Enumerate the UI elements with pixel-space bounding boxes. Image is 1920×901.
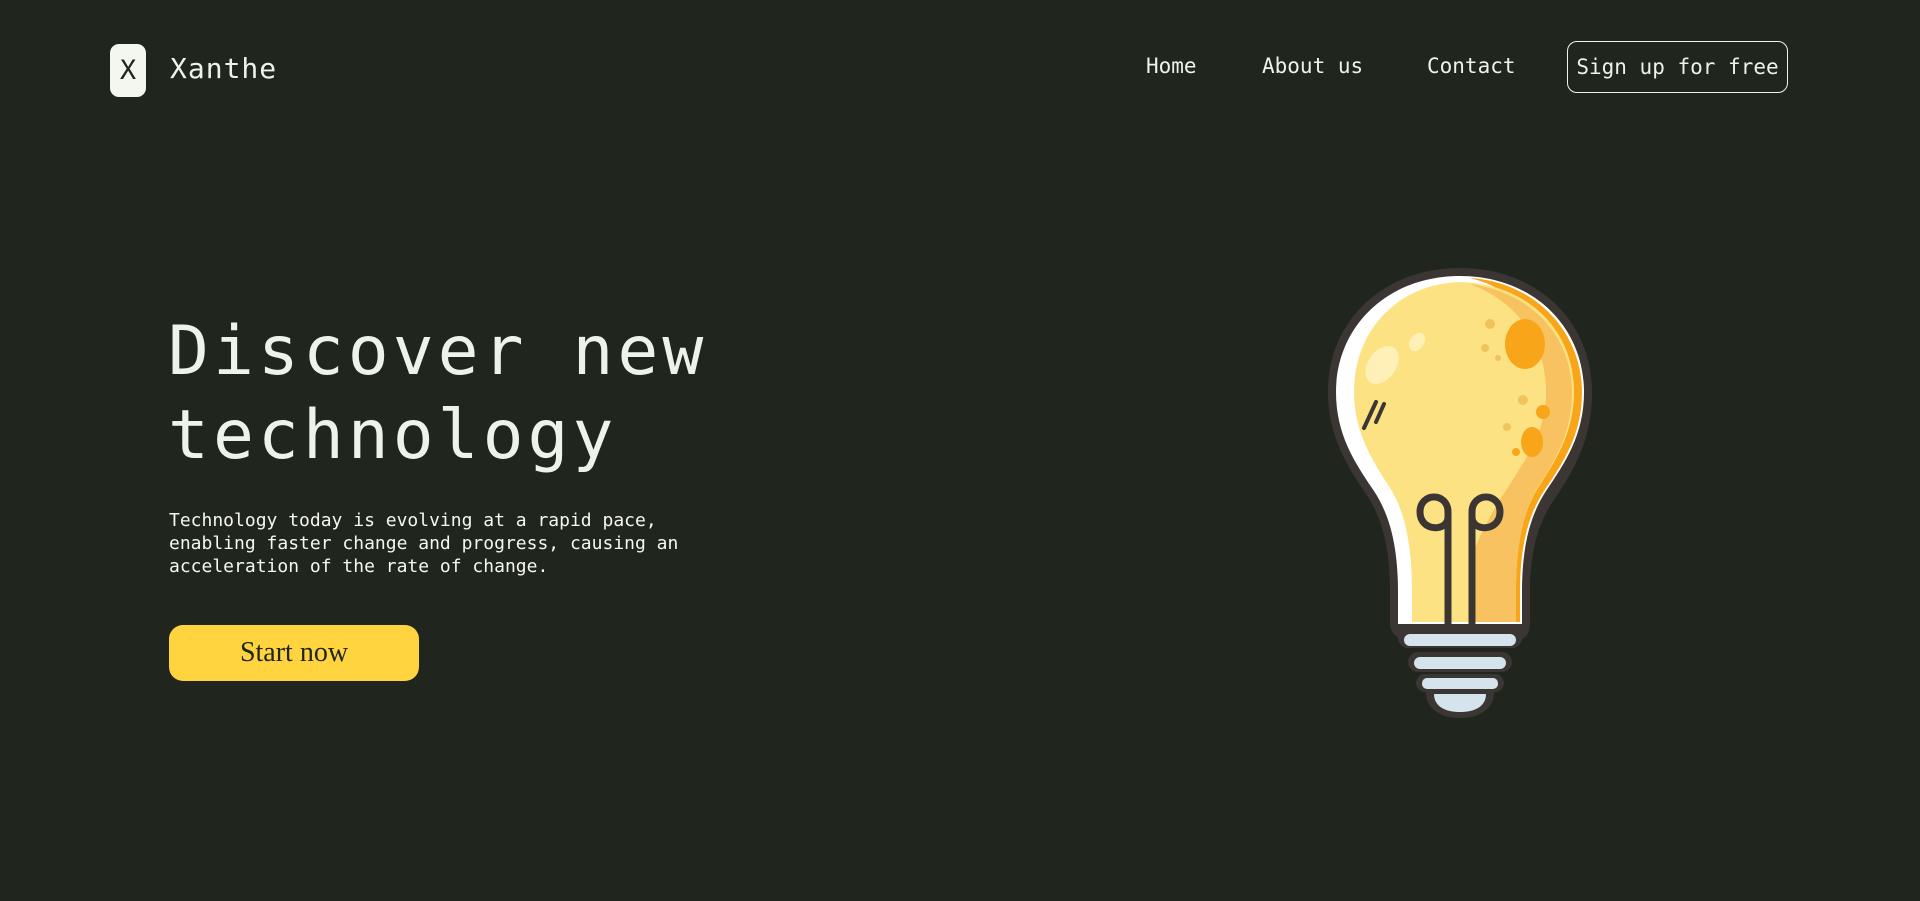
bulb-spot-tiny: [1512, 448, 1520, 456]
bulb-dot-5: [1503, 423, 1511, 431]
bulb-dot-2: [1481, 344, 1489, 352]
signup-button-label: Sign up for free: [1576, 55, 1779, 79]
hero-title-line-2: technology: [168, 396, 618, 475]
nav-link-home[interactable]: Home: [1146, 54, 1197, 78]
bulb-spot-large: [1505, 319, 1545, 369]
bulb-base-ring-3: [1422, 678, 1498, 689]
bulb-base-ring-2: [1414, 657, 1506, 669]
landing-page: X Xanthe Home About us Contact Sign up f…: [0, 0, 1920, 901]
brand-name[interactable]: Xanthe: [170, 52, 277, 85]
hero-title: Discover new technology: [168, 310, 788, 478]
signup-button[interactable]: Sign up for free: [1567, 41, 1788, 93]
bulb-spot-medium: [1521, 427, 1543, 457]
nav-link-about-us[interactable]: About us: [1262, 54, 1363, 78]
start-now-button-label: Start now: [239, 637, 349, 668]
start-now-button[interactable]: Start now: [169, 625, 419, 681]
bulb-dot-4: [1518, 395, 1528, 405]
logo-letter: X: [119, 55, 137, 86]
bulb-dot-3: [1495, 355, 1501, 361]
bulb-dot-1: [1485, 319, 1495, 329]
logo-icon[interactable]: X: [110, 44, 146, 97]
bulb-spot-small: [1536, 405, 1550, 419]
hero-description: Technology today is evolving at a rapid …: [169, 510, 679, 577]
lightbulb-illustration-icon: [1328, 268, 1592, 718]
bulb-base-ring-1: [1404, 634, 1516, 646]
nav-link-contact[interactable]: Contact: [1427, 54, 1516, 78]
hero-title-line-1: Discover new: [168, 312, 708, 391]
